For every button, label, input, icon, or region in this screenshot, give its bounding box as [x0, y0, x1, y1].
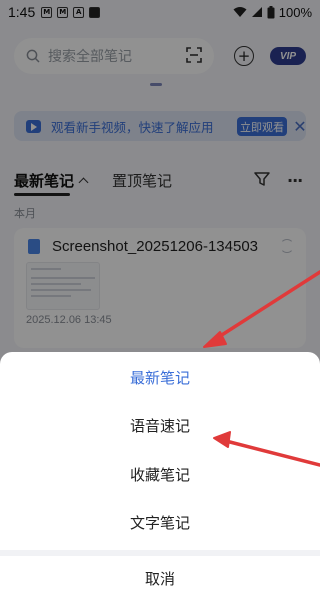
cancel-button[interactable]: 取消: [0, 556, 320, 600]
sheet-option-voice-memo[interactable]: 语音速记: [0, 401, 320, 449]
sheet-option-latest-notes[interactable]: 最新笔记: [0, 353, 320, 401]
sheet-option-favorite-notes[interactable]: 收藏笔记: [0, 450, 320, 498]
sheet-option-text-notes[interactable]: 文字笔记: [0, 498, 320, 546]
action-sheet: 最新笔记 语音速记 收藏笔记 文字笔记: [0, 352, 320, 550]
